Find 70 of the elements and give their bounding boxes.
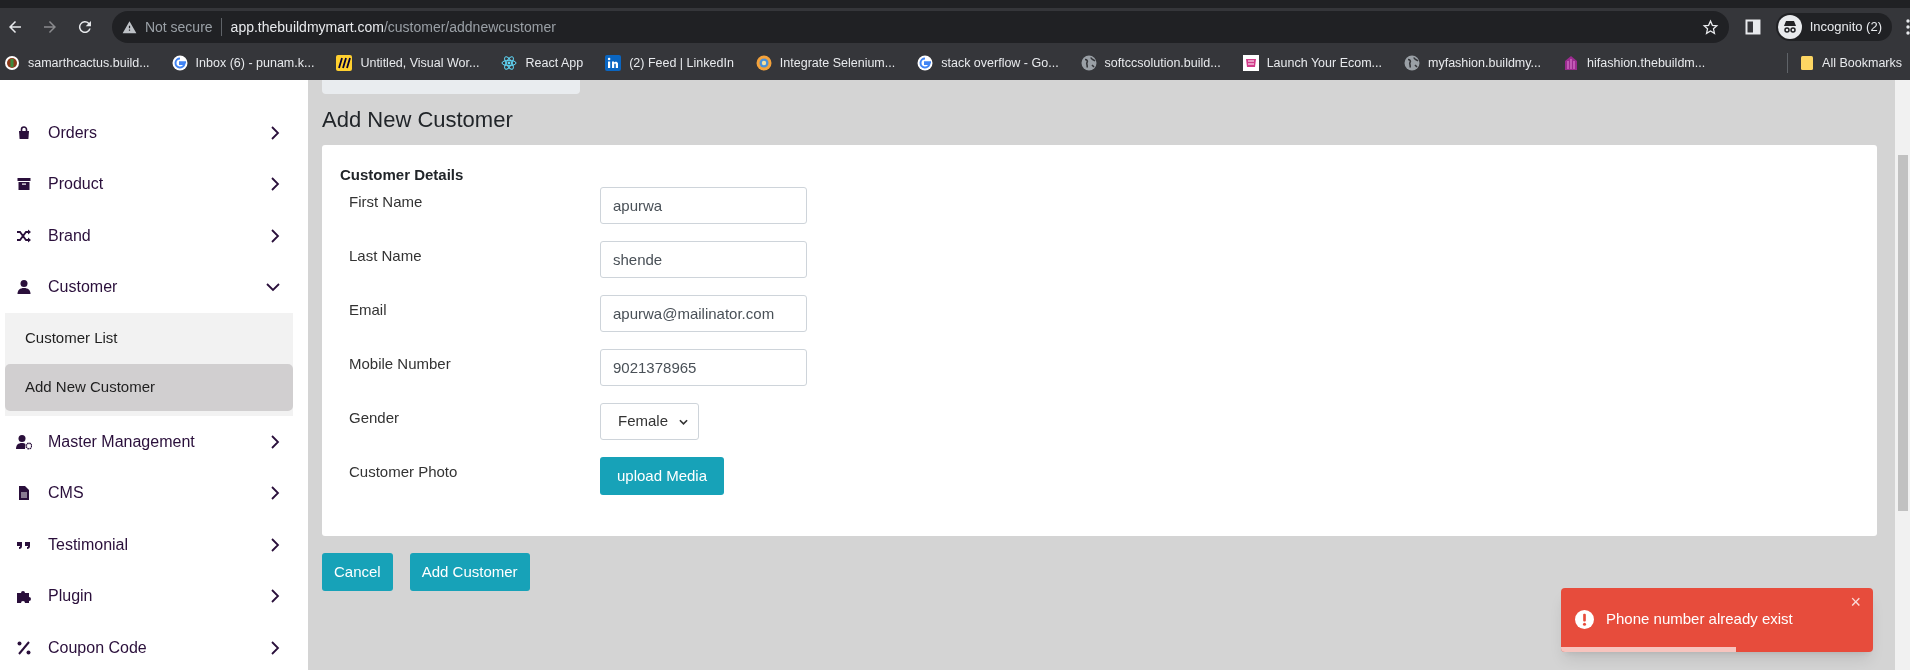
field-label: Customer Photo — [349, 462, 459, 482]
field-label: Gender — [349, 408, 401, 428]
sidebar-item[interactable]: CMS — [0, 467, 308, 519]
warning-icon — [121, 19, 137, 35]
toast-message: Phone number already exist — [1606, 608, 1793, 629]
bookmark[interactable]: stack overflow - Go... — [917, 53, 1059, 73]
archive-icon — [16, 176, 32, 193]
input-field[interactable]: apurwa@mailinator.com — [600, 295, 807, 332]
site-icon — [4, 55, 20, 71]
bookmark[interactable]: (2) Feed | LinkedIn — [605, 53, 734, 73]
user-icon — [16, 279, 32, 296]
field-label: First Name — [349, 192, 424, 212]
bookmark[interactable]: softccsolution.build... — [1080, 53, 1221, 73]
star-icon[interactable] — [1701, 18, 1719, 36]
shuffle-icon — [16, 227, 32, 244]
sidebar-item[interactable]: Orders — [0, 107, 308, 159]
incognito-icon — [1777, 15, 1802, 39]
bookmark[interactable]: hifashion.thebuildm... — [1563, 53, 1706, 73]
gender-dropdown[interactable]: Female — [600, 403, 699, 440]
bookmark[interactable]: Integrate Selenium... — [755, 53, 896, 73]
user-gear-icon — [16, 433, 32, 450]
sidebar-item[interactable]: Coupon Code — [0, 622, 308, 670]
url-text: app.thebuildmymart.com/customer/addnewcustomer — [230, 17, 556, 37]
basket-icon — [1242, 55, 1259, 71]
page-title: Add New Customer — [322, 106, 514, 134]
sidebar-item[interactable]: Plugin — [0, 570, 308, 622]
field-label: Last Name — [349, 246, 423, 266]
section-heading: Customer Details — [340, 165, 465, 185]
folder-icon — [1800, 55, 1815, 71]
bookmark[interactable]: myfashion.buildmy... — [1404, 53, 1542, 73]
google-icon — [171, 55, 188, 71]
menu-icon[interactable] — [1906, 19, 1910, 35]
sidebar-item[interactable]: Brand — [0, 210, 308, 262]
profile-button[interactable]: Incognito (2) — [1775, 13, 1892, 41]
bookmark[interactable]: samarthcactus.build... — [4, 53, 150, 73]
percent-icon — [16, 639, 32, 656]
linkedin-icon — [605, 55, 622, 71]
sidebar-item[interactable]: Testimonial — [0, 519, 308, 571]
security-label: Not secure — [144, 18, 222, 36]
input-field[interactable]: 9021378965 — [600, 349, 807, 386]
input-field[interactable]: apurwa — [600, 187, 807, 224]
address-bar[interactable]: Not secure app.thebuildmymart.com/customer/addnewcustomer — [111, 11, 1729, 43]
input-field[interactable]: shende — [600, 241, 807, 278]
bookmark[interactable]: Untitled, Visual Wor... — [336, 53, 480, 73]
submenu-item[interactable]: Add New Customer — [5, 364, 293, 411]
globe-icon — [1080, 55, 1097, 71]
scrollbar-thumb[interactable] — [1897, 155, 1908, 511]
caret-icon — [679, 418, 688, 425]
bookmark[interactable]: React App — [501, 53, 584, 73]
error-icon — [1575, 609, 1594, 629]
globe-icon — [1404, 55, 1420, 71]
bag-icon — [16, 124, 32, 141]
side-panel-icon[interactable] — [1744, 19, 1761, 35]
ring-icon — [755, 55, 772, 71]
google-icon — [917, 55, 934, 71]
document-icon — [16, 485, 32, 502]
back-icon[interactable] — [6, 18, 24, 36]
bookmark[interactable]: Inbox (6) - punam.k... — [171, 53, 315, 73]
basket-icon — [1563, 55, 1580, 71]
puzzle-icon — [16, 588, 32, 605]
submenu-item[interactable]: Customer List — [5, 313, 293, 364]
stripes-icon — [336, 55, 353, 71]
all-bookmarks-button[interactable]: All Bookmarks — [1800, 53, 1902, 73]
field-label: Email — [349, 300, 388, 320]
sidebar-item[interactable]: Product — [0, 158, 308, 210]
atom-icon — [501, 55, 518, 71]
field-label: Mobile Number — [349, 354, 452, 374]
bookmark[interactable]: Launch Your Ecom... — [1242, 53, 1382, 73]
sidebar-item[interactable]: Customer — [0, 261, 308, 313]
sidebar-item[interactable]: Master Management — [0, 416, 308, 468]
